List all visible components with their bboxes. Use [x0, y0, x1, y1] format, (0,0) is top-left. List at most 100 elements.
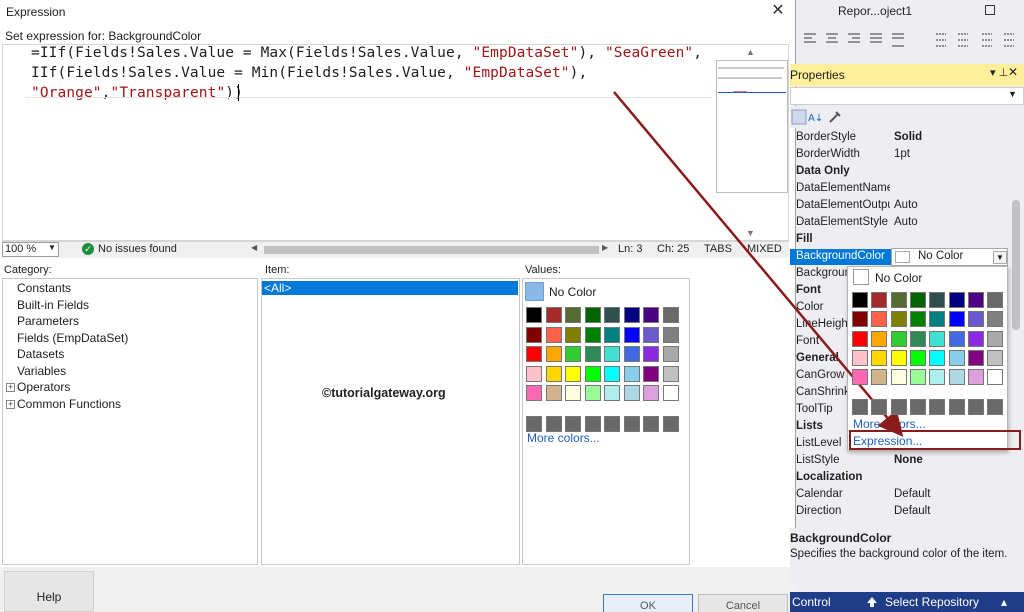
popup-color-swatch[interactable] [852, 330, 868, 347]
tabs-mode[interactable]: TABS [704, 243, 732, 255]
property-row[interactable]: ListStyle None [790, 453, 1012, 470]
popup-color-swatch[interactable] [909, 369, 926, 386]
property-row[interactable]: Calendar Default [790, 487, 1012, 504]
popup-color-swatch[interactable] [967, 311, 984, 328]
dialog-color-swatch[interactable] [584, 346, 601, 362]
property-row[interactable]: DataElementName [790, 181, 1012, 198]
dialog-color-swatch[interactable] [643, 326, 659, 343]
dialog-color-swatch[interactable] [584, 415, 601, 432]
no-color-swatch[interactable] [525, 282, 544, 301]
popup-color-swatch[interactable] [987, 349, 1004, 366]
dialog-color-swatch[interactable] [545, 415, 562, 432]
popup-color-swatch[interactable] [929, 330, 946, 347]
popup-color-swatch[interactable] [890, 311, 907, 328]
team-control-tab[interactable]: Control [792, 595, 831, 609]
popup-no-color[interactable]: No Color [875, 271, 922, 285]
dialog-color-swatch[interactable] [643, 415, 659, 432]
category-item[interactable]: Operators [17, 380, 70, 394]
select-repository-button[interactable]: Select Repository [885, 595, 979, 609]
popup-color-swatch[interactable] [967, 349, 984, 366]
popup-color-swatch[interactable] [948, 349, 965, 366]
category-item[interactable]: Variables [17, 364, 66, 378]
dialog-color-swatch[interactable] [662, 365, 679, 382]
category-item[interactable]: Fields (EmpDataSet) [17, 331, 128, 345]
category-item[interactable]: Built-in Fields [17, 298, 89, 312]
popup-color-swatch[interactable] [890, 369, 907, 386]
dialog-color-swatch[interactable] [565, 415, 581, 432]
close-icon[interactable]: ✕ [768, 1, 788, 21]
popup-color-swatch[interactable] [987, 311, 1004, 328]
property-row[interactable]: DataElementOutput Auto [790, 198, 1012, 215]
popup-color-swatch[interactable] [929, 292, 946, 308]
ok-button[interactable]: OK [603, 594, 693, 612]
dialog-color-swatch[interactable] [526, 326, 542, 343]
bell-icon[interactable]: ▴ [1001, 595, 1007, 609]
popup-color-swatch[interactable] [929, 349, 946, 366]
chevron-down-icon[interactable]: ▼ [993, 251, 1007, 264]
dialog-color-swatch[interactable] [526, 415, 542, 432]
popup-color-swatch[interactable] [871, 398, 888, 415]
popup-color-swatch[interactable] [909, 311, 926, 328]
dialog-color-swatch[interactable] [565, 385, 581, 401]
vertical-scrollbar-thumb[interactable] [1012, 200, 1020, 330]
dialog-color-swatch[interactable] [623, 307, 640, 323]
popup-color-swatch[interactable] [852, 398, 868, 415]
scroll-down-icon[interactable]: ▼ [746, 228, 755, 238]
popup-color-swatch[interactable] [948, 311, 965, 328]
popup-color-swatch[interactable] [852, 311, 868, 328]
scroll-left-icon[interactable]: ◀ [251, 243, 257, 252]
popup-color-swatch[interactable] [871, 292, 888, 308]
dialog-color-swatch[interactable] [584, 385, 601, 401]
category-item[interactable]: Common Functions [17, 397, 121, 411]
popup-color-swatch[interactable] [967, 398, 984, 415]
property-category[interactable]: Data Only [790, 164, 1012, 181]
category-item[interactable]: Constants [17, 281, 71, 295]
dialog-color-swatch[interactable] [643, 307, 659, 323]
popup-color-swatch[interactable] [852, 369, 868, 386]
popup-color-swatch[interactable] [890, 330, 907, 347]
dialog-color-swatch[interactable] [662, 307, 679, 323]
property-row[interactable]: BorderWidth 1pt [790, 147, 1012, 164]
dialog-color-swatch[interactable] [565, 307, 581, 323]
popup-color-swatch[interactable] [967, 369, 984, 386]
scroll-up-icon[interactable]: ▲ [746, 47, 755, 57]
item-all[interactable]: <All> [262, 281, 518, 295]
dialog-color-swatch[interactable] [584, 307, 601, 323]
cancel-button[interactable]: Cancel [698, 594, 788, 612]
pin-icon[interactable]: ▾ ⊥ [990, 66, 1008, 79]
line-ending-mode[interactable]: MIXED [747, 243, 782, 255]
popup-color-swatch[interactable] [852, 349, 868, 366]
object-selector[interactable] [790, 87, 1024, 105]
no-color-label[interactable]: No Color [549, 285, 596, 299]
expand-icon[interactable]: + [6, 383, 15, 392]
property-row[interactable]: BorderStyle Solid [790, 130, 1012, 147]
popup-color-swatch[interactable] [967, 330, 984, 347]
horizontal-scrollbar-thumb[interactable] [264, 246, 599, 254]
dialog-color-swatch[interactable] [604, 415, 620, 432]
popup-color-swatch[interactable] [871, 349, 888, 366]
popup-color-swatch[interactable] [852, 292, 868, 308]
dialog-color-swatch[interactable] [643, 385, 659, 401]
popup-color-swatch[interactable] [871, 330, 888, 347]
popup-color-swatch[interactable] [929, 369, 946, 386]
dialog-color-swatch[interactable] [545, 326, 562, 343]
dialog-color-swatch[interactable] [545, 385, 562, 401]
popup-color-swatch[interactable] [871, 369, 888, 386]
dialog-color-swatch[interactable] [565, 346, 581, 362]
popup-color-swatch[interactable] [948, 330, 965, 347]
dialog-color-swatch[interactable] [623, 365, 640, 382]
popup-color-swatch[interactable] [929, 398, 946, 415]
dialog-color-swatch[interactable] [662, 415, 679, 432]
dialog-color-swatch[interactable] [604, 346, 620, 362]
maximize-icon[interactable] [985, 5, 995, 15]
dialog-color-swatch[interactable] [623, 326, 640, 343]
dialog-color-swatch[interactable] [662, 346, 679, 362]
dialog-color-swatch[interactable] [545, 346, 562, 362]
dialog-color-swatch[interactable] [662, 326, 679, 343]
close-icon[interactable]: ✕ [1008, 65, 1018, 79]
dialog-color-swatch[interactable] [604, 365, 620, 382]
popup-color-swatch[interactable] [890, 398, 907, 415]
popup-color-swatch[interactable] [871, 311, 888, 328]
popup-color-swatch[interactable] [987, 292, 1004, 308]
dialog-color-swatch[interactable] [643, 365, 659, 382]
